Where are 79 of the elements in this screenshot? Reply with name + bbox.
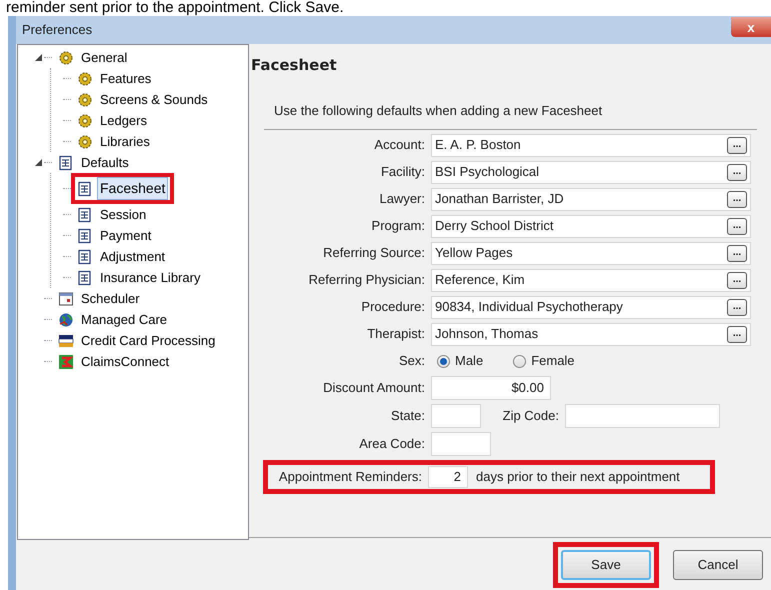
browse-button[interactable]: ... bbox=[727, 164, 747, 180]
discount-field[interactable]: $0.00 bbox=[431, 376, 551, 400]
lookup-field[interactable]: BSI Psychological ... bbox=[431, 160, 751, 184]
field-label: Procedure: bbox=[361, 298, 425, 316]
gear-icon bbox=[77, 70, 93, 86]
tree-item[interactable]: Libraries bbox=[97, 130, 153, 152]
document-icon bbox=[77, 180, 93, 196]
gear-icon bbox=[77, 134, 93, 150]
reminder-suffix: days prior to their next appointment bbox=[476, 468, 680, 486]
document-icon bbox=[77, 206, 93, 222]
gear-icon bbox=[77, 112, 93, 128]
tree-item[interactable]: Session bbox=[97, 204, 150, 226]
panel-subtitle: Use the following defaults when adding a new Facesheet bbox=[274, 102, 602, 118]
browse-button[interactable]: ... bbox=[727, 244, 747, 262]
browse-button[interactable]: ... bbox=[727, 190, 747, 208]
field-label: Program: bbox=[372, 217, 425, 236]
tree-item[interactable]: General bbox=[78, 46, 130, 68]
area-code-field[interactable] bbox=[431, 432, 491, 456]
tree-item[interactable]: Adjustment bbox=[97, 246, 168, 268]
expanded-triangle-icon[interactable] bbox=[34, 159, 42, 166]
close-button[interactable]: x bbox=[731, 17, 771, 37]
field-label: Area Code: bbox=[359, 434, 425, 453]
field-label: Zip Code: bbox=[502, 406, 559, 425]
tree-item[interactable]: Features bbox=[97, 68, 154, 90]
browse-button[interactable]: ... bbox=[727, 136, 747, 154]
radio-button[interactable] bbox=[437, 354, 450, 368]
lookup-field[interactable]: Yellow Pages ... bbox=[431, 242, 751, 264]
tree-item[interactable]: ClaimsConnect bbox=[78, 350, 172, 372]
lookup-field[interactable]: Reference, Kim ... bbox=[431, 268, 751, 292]
tree-item[interactable]: Facesheet bbox=[97, 177, 168, 200]
lookup-field[interactable]: 90834, Individual Psychotherapy ... bbox=[431, 296, 751, 318]
document-icon bbox=[77, 248, 93, 264]
connect-icon bbox=[58, 354, 74, 370]
radio-label: Male bbox=[455, 352, 484, 370]
state-field[interactable] bbox=[431, 404, 481, 428]
field-label: Referring Physician: bbox=[308, 271, 425, 290]
calendar-icon bbox=[58, 290, 74, 306]
zip-field[interactable] bbox=[565, 404, 720, 428]
field-label: Therapist: bbox=[367, 325, 425, 344]
tree-item[interactable]: Ledgers bbox=[97, 110, 150, 132]
lookup-field[interactable]: Jonathan Barrister, JD ... bbox=[431, 188, 751, 210]
save-button[interactable]: Save bbox=[561, 550, 651, 580]
window-title: Preferences bbox=[22, 21, 92, 40]
document-icon bbox=[58, 154, 74, 170]
gear-icon bbox=[77, 92, 93, 108]
radio-button[interactable] bbox=[513, 354, 526, 368]
reminder-days-field[interactable]: 2 bbox=[428, 466, 468, 488]
expanded-triangle-icon[interactable] bbox=[34, 54, 42, 61]
credit-card-icon bbox=[58, 332, 74, 348]
tree-item[interactable]: Defaults bbox=[78, 152, 132, 174]
field-label: Account: bbox=[374, 136, 425, 154]
tree-item[interactable]: Payment bbox=[97, 224, 154, 246]
lookup-field[interactable]: Derry School District ... bbox=[431, 214, 751, 238]
browse-button[interactable]: ... bbox=[727, 272, 747, 288]
tree-item[interactable]: Credit Card Processing bbox=[78, 330, 218, 352]
field-label: Referring Source: bbox=[323, 244, 425, 262]
lookup-field[interactable]: Johnson, Thomas ... bbox=[431, 322, 751, 346]
lookup-field[interactable]: E. A. P. Boston ... bbox=[431, 134, 751, 156]
cancel-button[interactable]: Cancel bbox=[673, 550, 763, 580]
field-label: Facility: bbox=[380, 163, 425, 182]
document-icon bbox=[77, 270, 93, 286]
panel-title: Facesheet bbox=[251, 55, 338, 76]
field-label: State: bbox=[391, 406, 425, 425]
tree-item[interactable]: Insurance Library bbox=[97, 266, 204, 288]
document-icon bbox=[77, 228, 93, 244]
field-label: Sex: bbox=[398, 352, 425, 370]
tree-item[interactable]: Screens & Sounds bbox=[97, 88, 211, 110]
browse-button[interactable]: ... bbox=[727, 218, 747, 234]
browse-button[interactable]: ... bbox=[727, 298, 747, 316]
browse-button[interactable]: ... bbox=[727, 326, 747, 342]
radio-label: Female bbox=[531, 352, 575, 370]
field-label: Lawyer: bbox=[379, 190, 425, 208]
field-label: Appointment Reminders: bbox=[278, 468, 422, 486]
tree-item[interactable]: Scheduler bbox=[78, 288, 143, 310]
field-label: Discount Amount: bbox=[323, 379, 425, 398]
gear-icon bbox=[58, 50, 74, 66]
instruction-text: reminder sent prior to the appointment. Click Save. bbox=[6, 0, 344, 16]
globe-icon bbox=[58, 312, 74, 328]
tree-item[interactable]: Managed Care bbox=[78, 308, 170, 330]
